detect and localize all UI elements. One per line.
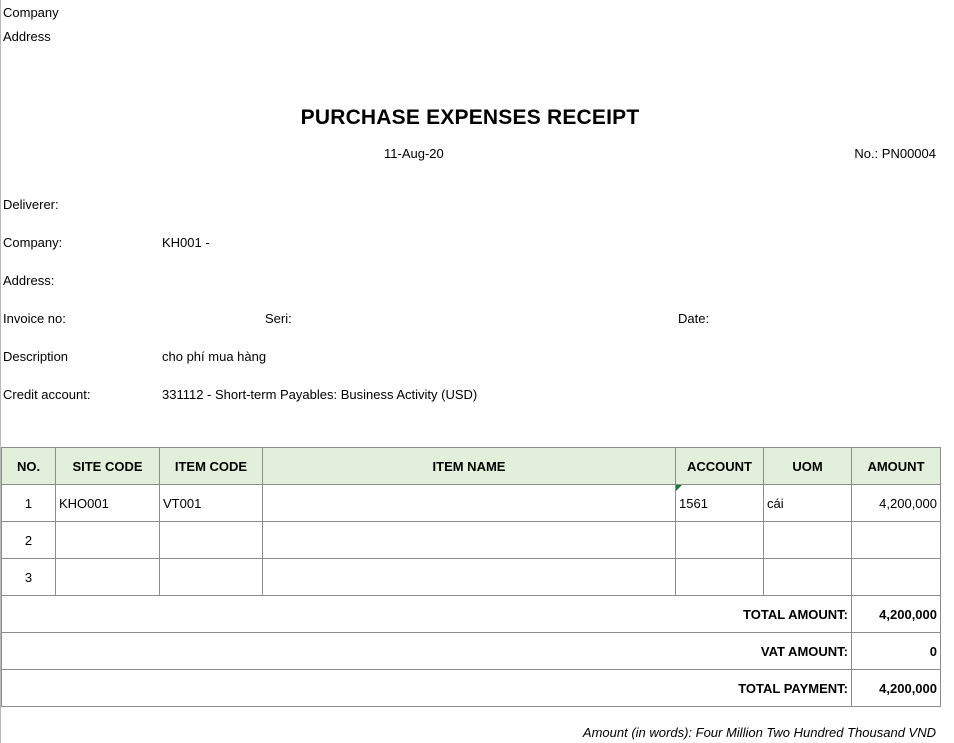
cell-item-code[interactable]: VT001	[159, 484, 263, 522]
cell-uom[interactable]	[763, 558, 852, 596]
total-payment-value[interactable]: 4,200,000	[851, 669, 941, 707]
cell-account[interactable]	[675, 521, 764, 559]
receipt-number: No.: PN00004	[854, 146, 936, 161]
header-account: ACCOUNT	[675, 447, 764, 485]
comment-marker-icon	[676, 485, 682, 491]
cell-no[interactable]: 3	[1, 558, 56, 596]
cell-item-name[interactable]	[262, 521, 676, 559]
cell-no[interactable]: 1	[1, 484, 56, 522]
total-payment-row: TOTAL PAYMENT: 4,200,000	[1, 669, 941, 707]
table-header-row: NO. SITE CODE ITEM CODE ITEM NAME ACCOUN…	[1, 447, 941, 485]
credit-account-label: Credit account:	[3, 387, 91, 402]
company-header-label: Company	[3, 5, 59, 20]
deliverer-label: Deliverer:	[3, 197, 59, 212]
table-row: 2	[1, 521, 941, 559]
cell-site-code[interactable]: KHO001	[55, 484, 160, 522]
total-amount-label: TOTAL AMOUNT:	[1, 595, 852, 633]
amount-in-words: Amount (in words): Four Million Two Hund…	[582, 725, 936, 740]
cell-amount[interactable]: 4,200,000	[851, 484, 941, 522]
cell-account-text: 1561	[679, 495, 708, 511]
invoice-date-label: Date:	[678, 311, 710, 326]
cell-item-name[interactable]	[262, 484, 676, 522]
cell-amount[interactable]	[851, 521, 941, 559]
vat-amount-value[interactable]: 0	[851, 632, 941, 670]
credit-account-value: 331112 - Short-term Payables: Business A…	[162, 387, 478, 402]
cell-site-code[interactable]	[55, 521, 160, 559]
cell-site-code[interactable]	[55, 558, 160, 596]
items-table: NO. SITE CODE ITEM CODE ITEM NAME ACCOUN…	[1, 447, 941, 707]
receipt-title: PURCHASE EXPENSES RECEIPT	[300, 106, 640, 129]
description-value: cho phí mua hàng	[162, 349, 267, 364]
header-uom: UOM	[763, 447, 852, 485]
table-row: 1 KHO001 VT001 1561 cái 4,200,000	[1, 484, 941, 522]
cell-account[interactable]: 1561	[675, 484, 764, 522]
seri-label: Seri:	[265, 311, 292, 326]
cell-uom[interactable]	[763, 521, 852, 559]
total-amount-row: TOTAL AMOUNT: 4,200,000	[1, 595, 941, 633]
address-header-label: Address	[3, 29, 51, 44]
receipt-date: 11-Aug-20	[384, 146, 444, 161]
header-item-name: ITEM NAME	[262, 447, 676, 485]
cell-item-name[interactable]	[262, 558, 676, 596]
total-amount-value[interactable]: 4,200,000	[851, 595, 941, 633]
header-site-code: SITE CODE	[55, 447, 160, 485]
company-value: KH001 -	[162, 235, 210, 250]
cell-amount[interactable]	[851, 558, 941, 596]
header-no: NO.	[1, 447, 56, 485]
total-payment-label: TOTAL PAYMENT:	[1, 669, 852, 707]
description-label: Description	[3, 349, 69, 364]
cell-no[interactable]: 2	[1, 521, 56, 559]
table-row: 3	[1, 558, 941, 596]
cell-item-code[interactable]	[159, 521, 263, 559]
cell-uom[interactable]: cái	[763, 484, 852, 522]
header-amount: AMOUNT	[851, 447, 941, 485]
vat-amount-row: VAT AMOUNT: 0	[1, 632, 941, 670]
company-label: Company:	[3, 235, 63, 250]
vat-amount-label: VAT AMOUNT:	[1, 632, 852, 670]
header-item-code: ITEM CODE	[159, 447, 263, 485]
cell-item-code[interactable]	[159, 558, 263, 596]
invoice-no-label: Invoice no:	[3, 311, 66, 326]
cell-account[interactable]	[675, 558, 764, 596]
address-label: Address:	[3, 273, 55, 288]
